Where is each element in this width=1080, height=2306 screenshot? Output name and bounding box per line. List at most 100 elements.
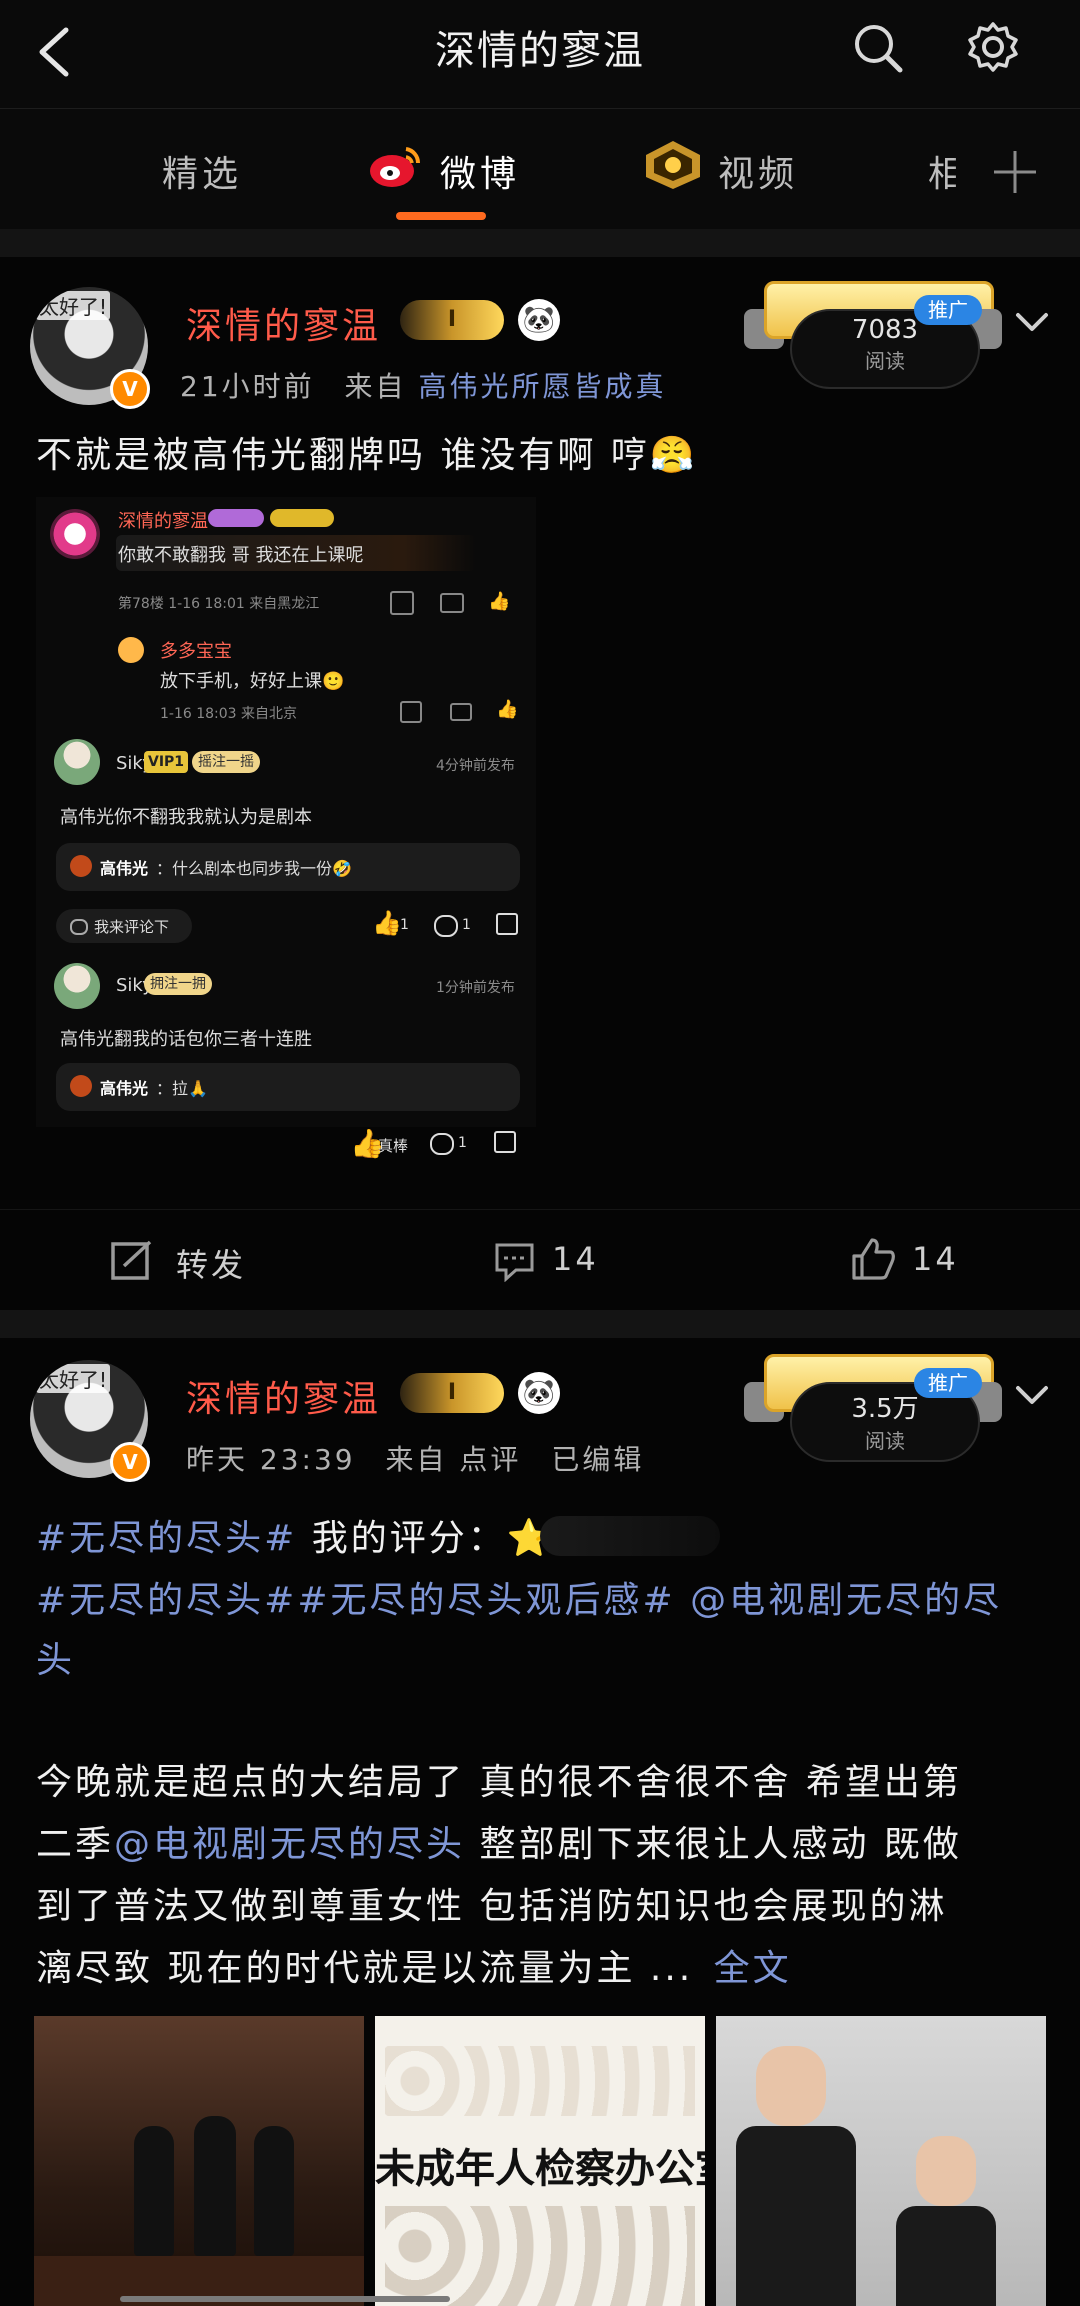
post-source[interactable]: 高伟光所愿皆成真 [418, 370, 666, 403]
tab-album[interactable]: 相 [928, 145, 956, 197]
like-count[interactable]: 14 [912, 1240, 959, 1278]
add-tab-icon[interactable] [992, 149, 1038, 195]
embed-reply-avatar-2 [70, 855, 92, 877]
embed-reply-comment-icon [450, 703, 472, 721]
photo-3[interactable] [716, 2016, 1046, 2306]
post2-source[interactable]: 点评 [459, 1443, 521, 1476]
post2-mention-link[interactable]: @电视剧无尽的尽头 [114, 1824, 465, 1865]
tab-featured[interactable]: 精选 [162, 145, 242, 197]
photo-1-figure-2 [194, 2116, 236, 2256]
photo-2-sketch-top [385, 2046, 695, 2116]
tab-fade [954, 109, 964, 229]
section-divider [0, 229, 1080, 257]
post2-hashtag-1[interactable]: #无尽的尽头# [36, 1518, 297, 1559]
panda-icon-2: 🐼 [518, 1372, 560, 1414]
embed-reply-link-icon [70, 919, 88, 935]
post2-line1: #无尽的尽头# 我的评分：⭐ [36, 1508, 555, 1570]
embed-comment3-share-icon [494, 1131, 516, 1153]
embed-reply1-meta: 1-16 18:03 来自北京 [160, 706, 298, 722]
page-title: 深情的寥温 [435, 28, 645, 74]
tab-weibo[interactable]: 微博 [440, 145, 520, 197]
active-tab-indicator [396, 212, 486, 220]
chevron-down-icon[interactable] [1014, 305, 1050, 341]
top-bar: 深情的寥温 [0, 0, 1080, 109]
embed-comment2-time: 4分钟前发布 [436, 758, 515, 774]
chevron-down-icon-2[interactable] [1014, 1378, 1050, 1414]
embed-comment2-reply-text: ：什么剧本也同步我一份🤣 [156, 859, 352, 878]
rating-blur [540, 1516, 720, 1556]
post2-body-line3: 到了普法又做到尊重女性 包括消防知识也会展现的淋 [36, 1886, 948, 1927]
video-badge-icon [646, 141, 700, 189]
post2-photo-grid: 未成年人检察办公室 [34, 2016, 1046, 2306]
embed-comment3-reply-text: ：拉🙏 [156, 1079, 208, 1098]
embed-comment3-avatar [54, 963, 100, 1009]
embed-comment3-comments: 1 [458, 1135, 467, 1151]
embed-reply-like-icon: 👍 [496, 699, 519, 720]
section-divider-2 [0, 1310, 1080, 1338]
comment-count[interactable]: 14 [552, 1240, 599, 1278]
post-text: 不就是被高伟光翻牌吗 谁没有啊 哼😤 [36, 435, 698, 476]
post2-source-prefix: 来自 [385, 1443, 448, 1476]
post-source-prefix: 来自 [344, 370, 407, 403]
embed-reply1-text: 放下手机，好好上课🙂 [160, 671, 345, 692]
photo-3-figure-2 [896, 2206, 996, 2306]
tab-video[interactable]: 视频 [718, 145, 798, 197]
embed-reply-avatar [118, 637, 144, 663]
photo-1[interactable] [34, 2016, 364, 2306]
embed-reply-avatar-3 [70, 1075, 92, 1097]
embed-comment2-reply-box: 高伟光 ：什么剧本也同步我一份🤣 [56, 843, 520, 891]
photo-3-face-1 [756, 2046, 826, 2126]
photo-2-sketch-bottom [385, 2206, 695, 2306]
photo-2-caption: 未成年人检察办公室 [375, 2146, 705, 2192]
post2-edited: 已编辑 [551, 1443, 645, 1476]
repost-icon[interactable] [110, 1238, 154, 1282]
read-count-label-2: 阅读 [865, 1429, 905, 1453]
post2-username[interactable]: 深情的寥温 [186, 1370, 381, 1422]
embed-comment2-comments: 1 [462, 917, 471, 933]
post2-hashtags[interactable]: #无尽的尽头##无尽的尽头观后感# @电视剧无尽的尽 [36, 1570, 1002, 1632]
horizontal-scrollbar[interactable] [120, 2296, 450, 2302]
post-meta: 21小时前 来自 高伟光所愿皆成真 [180, 365, 666, 405]
embed-comment3-time: 1分钟前发布 [436, 980, 515, 996]
post-username[interactable]: 深情的寥温 [186, 297, 381, 349]
embedded-screenshot[interactable]: 深情的寥温 你敢不敢翻我 哥 我还在上课呢 第78楼 1-16 18:01 来自… [36, 497, 536, 1127]
embed-comment2-avatar [54, 739, 100, 785]
verified-badge-icon-2: V [110, 1442, 150, 1482]
repost-button[interactable]: 转发 [176, 1240, 246, 1286]
post2-body-line4: 漓尽致 现在的时代就是以流量为主 ... 全文 [36, 1938, 792, 2000]
photo-2[interactable]: 未成年人检察办公室 [375, 2016, 705, 2306]
post2-body-line1: 今晚就是超点的大结局了 真的很不舍很不舍 希望出第 [36, 1762, 962, 1803]
embed-reply1-name: 多多宝宝 [160, 641, 232, 662]
post2-hashtag-tail[interactable]: 头 [36, 1630, 75, 1692]
photo-1-figure-3 [254, 2126, 294, 2256]
promo-tag-2: 推广 [914, 1368, 982, 1398]
post2-time: 昨天 23:39 [186, 1443, 356, 1476]
photo-3-face-2 [916, 2136, 976, 2206]
embed-comment1-meta: 第78楼 1-16 18:01 来自黑龙江 [118, 596, 320, 612]
post-actions: 转发 14 14 [0, 1209, 1080, 1310]
weibo-logo-icon [370, 147, 421, 187]
embed-repost-icon [390, 591, 414, 615]
avatar-overlay-text-2: 太好了! [36, 1364, 111, 1393]
embed-comment2-tag: 摇注一摇 [192, 751, 260, 773]
post2-body-line4-text: 漓尽致 现在的时代就是以流量为主 ... [36, 1948, 694, 1989]
embed-comment3-comment-icon [430, 1133, 454, 1155]
gear-icon[interactable] [966, 20, 1020, 74]
embed-comment1-text: 你敢不敢翻我 哥 我还在上课呢 [118, 545, 364, 566]
post2-rating-text: 我的评分：⭐ [297, 1518, 555, 1559]
search-icon[interactable] [852, 22, 904, 74]
embed-comment2-reply-name: 高伟光 [100, 859, 149, 878]
post-card: 太好了! V 深情的寥温 I 🐼 21小时前 来自 高伟光所愿皆成真 7083 … [0, 257, 1080, 1310]
embed-comment3-text: 高伟光翻我的话包你三者十连胜 [60, 1029, 312, 1050]
embed-comment-icon [440, 593, 464, 613]
embed-vip-badge: VIP1 [144, 751, 189, 773]
photo-1-figure-1 [134, 2126, 174, 2256]
avatar-overlay-text: 太好了! [36, 291, 111, 320]
embed-reply-link: 我来评论下 [56, 909, 192, 943]
embed-comment1-name: 深情的寥温 [118, 511, 208, 532]
comment-icon[interactable] [494, 1242, 536, 1282]
full-text-link[interactable]: 全文 [714, 1948, 792, 1989]
like-icon[interactable] [850, 1236, 896, 1282]
embed-reply-repost-icon [400, 701, 422, 723]
post-card-2: 太好了! V 深情的寥温 I 🐼 昨天 23:39 来自 点评 已编辑 3.5万… [0, 1338, 1080, 2306]
